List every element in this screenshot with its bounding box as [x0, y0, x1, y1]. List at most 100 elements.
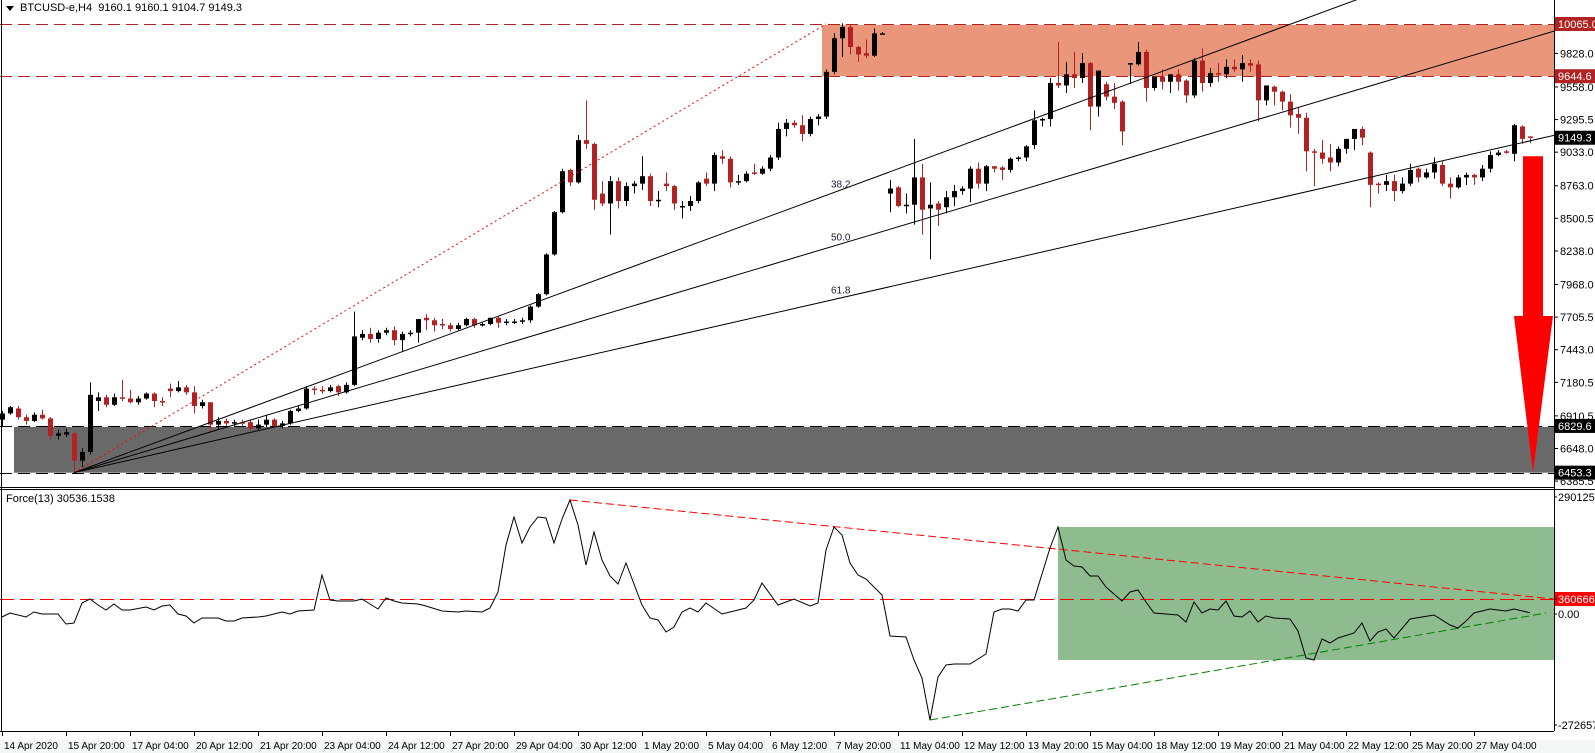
candle-body: [1368, 152, 1373, 185]
candle-body: [1376, 183, 1381, 186]
force-axis-label: -2726571: [1558, 720, 1595, 732]
candle-body: [1384, 181, 1389, 185]
price-tick-label: 6648.0: [1560, 443, 1594, 455]
price-tick-label: 8238.0: [1560, 246, 1594, 258]
candle-body: [752, 172, 757, 174]
time-label: 17 Apr 04:00: [132, 741, 189, 752]
candle: [544, 253, 549, 296]
candle-body: [1232, 66, 1237, 70]
candle: [1440, 161, 1445, 187]
candle-body: [1288, 101, 1293, 116]
time-label: 6 May 12:00: [772, 741, 827, 752]
time-label: 15 May 04:00: [1092, 741, 1153, 752]
time-label: 30 Apr 12:00: [580, 741, 637, 752]
time-label: 29 Apr 04:00: [516, 741, 573, 752]
candle-body: [304, 388, 309, 409]
candle-body: [616, 181, 621, 202]
candle: [824, 69, 829, 120]
candle-body: [1224, 66, 1229, 75]
candle-body: [1104, 84, 1109, 97]
candle-body: [1416, 168, 1421, 178]
candle-body: [584, 140, 589, 144]
candle-body: [160, 401, 165, 403]
candle-body: [80, 451, 85, 461]
candle-body: [1144, 51, 1149, 88]
candle-body: [576, 140, 581, 183]
time-label: 21 Apr 20:00: [260, 741, 317, 752]
candle-body: [1424, 172, 1429, 178]
candle-body: [936, 203, 941, 210]
price-tick-label: 7443.0: [1560, 345, 1594, 357]
candle-body: [416, 319, 421, 333]
candle-body: [1128, 63, 1133, 65]
candle-body: [648, 176, 653, 202]
candle-body: [656, 199, 661, 202]
candle-body: [680, 205, 685, 208]
ohlc-high: 9160.1: [134, 2, 169, 14]
candle-body: [1512, 125, 1517, 154]
candle-body: [728, 158, 733, 183]
price-label: 10065.0: [1558, 19, 1595, 31]
candle-body: [112, 397, 117, 405]
resistance-zone: [822, 23, 1554, 77]
candle-body: [1304, 117, 1309, 152]
candle-body: [0, 413, 5, 420]
candle-body: [16, 408, 21, 418]
candle-body: [312, 388, 317, 391]
candle-body: [1336, 148, 1341, 163]
candle-body: [1480, 168, 1485, 178]
candle-body: [264, 419, 269, 425]
candle-body: [1472, 174, 1477, 178]
candle-body: [1208, 73, 1213, 83]
candle-body: [992, 166, 997, 169]
candle-body: [608, 181, 613, 204]
time-label: 27 Apr 20:00: [452, 741, 509, 752]
candle-body: [464, 319, 469, 326]
candle-body: [72, 433, 77, 461]
force-indicator-label: Force(13) 30536.1538: [6, 493, 115, 505]
candle-body: [600, 193, 605, 204]
fan-level-label: 61.8: [831, 285, 851, 296]
time-label: 20 Apr 12:00: [196, 741, 253, 752]
time-label: 13 May 20:00: [1028, 741, 1089, 752]
candle-body: [1400, 183, 1405, 192]
candle-body: [1032, 120, 1037, 146]
candle-body: [1088, 63, 1093, 107]
candle: [288, 409, 293, 425]
candle-body: [392, 330, 397, 341]
candle: [528, 305, 533, 323]
price-tick-label: 7705.5: [1560, 312, 1594, 324]
force-value: 30536.1538: [56, 493, 115, 505]
candle-body: [960, 188, 965, 192]
price-tick-label: 7180.5: [1560, 377, 1594, 389]
candle-body: [24, 417, 29, 421]
collapse-triangle-icon[interactable]: [6, 5, 14, 11]
candle-body: [440, 324, 445, 326]
candle-body: [848, 27, 853, 47]
time-label: 21 May 04:00: [1284, 741, 1345, 752]
candle: [560, 168, 565, 214]
candle: [304, 386, 309, 410]
candle-body: [1120, 101, 1125, 132]
candle-body: [48, 418, 53, 436]
candle: [552, 210, 557, 256]
candle-body: [32, 414, 37, 421]
candle-body: [1392, 181, 1397, 192]
candle-body: [1160, 76, 1165, 82]
candle-body: [136, 398, 141, 403]
force-zone: [1058, 526, 1554, 661]
candle-body: [688, 201, 693, 206]
price-label: 9644.6: [1558, 71, 1592, 83]
candle-body: [880, 33, 885, 35]
candle-body: [840, 27, 845, 39]
candle-body: [1112, 96, 1117, 103]
time-label: 22 May 12:00: [1348, 741, 1409, 752]
candle: [1192, 58, 1197, 98]
time-label: 27 May 04:00: [1476, 741, 1537, 752]
force-axis-label: 360666.9: [1558, 594, 1595, 606]
candle-body: [1080, 63, 1085, 79]
candle-body: [1488, 155, 1493, 169]
candle-body: [632, 183, 637, 187]
candle-body: [784, 122, 789, 129]
price-chart[interactable]: 38.2 50.0 61.8 9828.0 9558.0 9295.5 9033.0 876…: [0, 0, 1595, 753]
